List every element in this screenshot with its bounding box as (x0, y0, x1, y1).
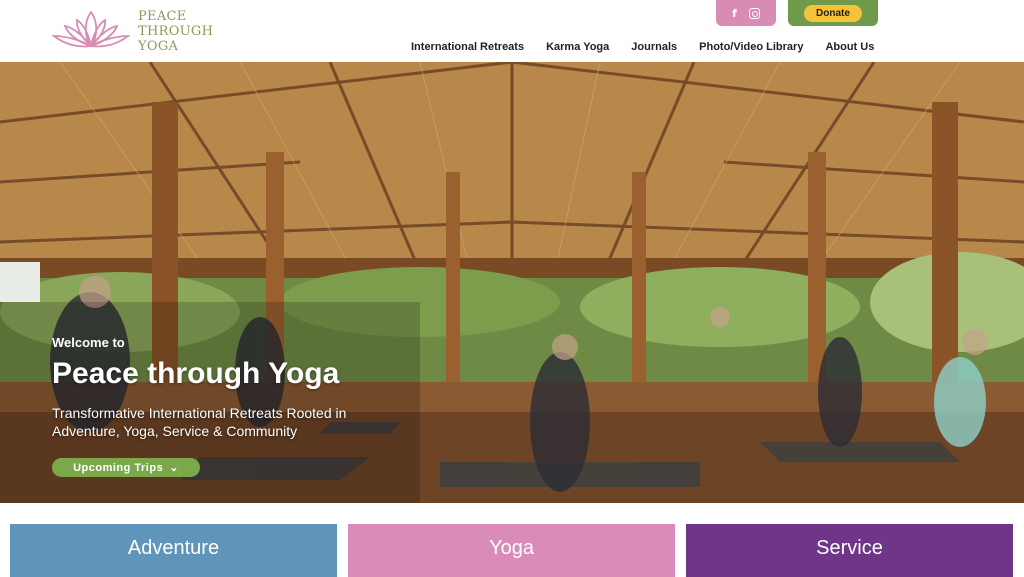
brand-name: PEACE THROUGH YOGA (138, 9, 213, 54)
social-bar: f (716, 0, 776, 26)
nav-item-about-us[interactable]: About Us (825, 41, 874, 53)
pillar-label: Adventure (127, 537, 220, 559)
hero-welcome: Welcome to (52, 332, 125, 351)
donate-button[interactable]: Donate (804, 4, 862, 22)
chevron-down-icon: ⌄ (169, 462, 179, 474)
donate-bar: Donate (788, 0, 878, 26)
site-header: PEACE THROUGH YOGA f Donate Internationa… (0, 0, 1024, 62)
nav-item-international-retreats[interactable]: International Retreats (411, 41, 524, 53)
pillars-section: Adventure Yoga Service (0, 503, 1024, 577)
instagram-icon[interactable] (748, 7, 760, 19)
nav-item-photo-video-library[interactable]: Photo/Video Library (699, 41, 803, 53)
pillar-label: Service (816, 537, 883, 559)
pillar-yoga[interactable]: Yoga (348, 524, 675, 577)
page: PEACE THROUGH YOGA f Donate Internationa… (0, 0, 1024, 577)
pillar-label: Yoga (489, 537, 534, 559)
pillar-adventure[interactable]: Adventure (10, 524, 337, 577)
upcoming-trips-button[interactable]: Upcoming Trips ⌄ (52, 458, 200, 477)
hero-title: Peace through Yoga (52, 357, 340, 390)
brand-line: PEACE (138, 8, 187, 24)
pillar-service[interactable]: Service (686, 524, 1013, 577)
welcome-text: Welcome to (52, 335, 125, 350)
site-logo[interactable]: PEACE THROUGH YOGA (50, 6, 213, 56)
hero-subtitle: Transformative International Retreats Ro… (52, 405, 347, 439)
brand-line: THROUGH (138, 23, 214, 39)
nav-item-journals[interactable]: Journals (631, 41, 677, 53)
main-nav: International Retreats Karma Yoga Journa… (411, 41, 874, 53)
hero-banner: Welcome to Peace through Yoga Transforma… (0, 62, 1024, 503)
nav-item-karma-yoga[interactable]: Karma Yoga (546, 41, 609, 53)
lotus-icon (51, 10, 131, 48)
upcoming-trips-label: Upcoming Trips (73, 461, 164, 474)
brand-line: YOGA (138, 38, 179, 54)
facebook-icon[interactable]: f (732, 7, 737, 20)
